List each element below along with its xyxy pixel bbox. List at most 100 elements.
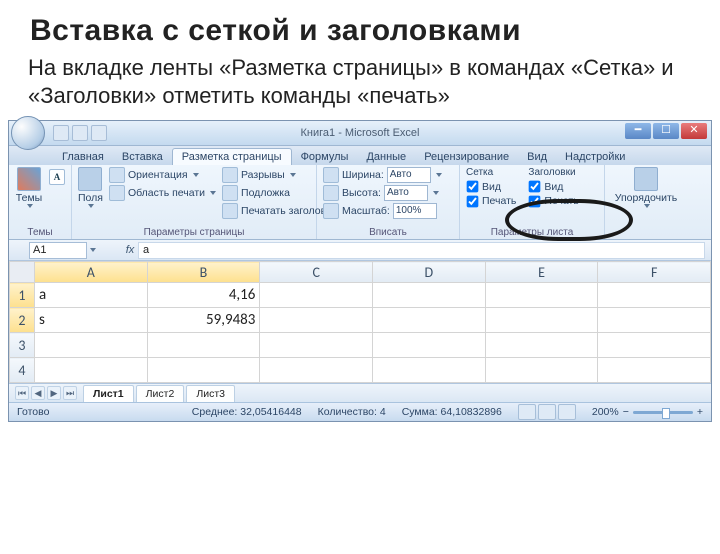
themes-icon	[17, 167, 41, 191]
cell[interactable]	[260, 333, 373, 358]
cell[interactable]	[34, 333, 147, 358]
scale-field[interactable]: Масштаб:100%	[323, 203, 442, 219]
ribbon-tab[interactable]: Вставка	[113, 149, 172, 165]
fonts-icon[interactable]: A	[49, 169, 65, 185]
view-buttons[interactable]	[518, 404, 576, 420]
arrange-button[interactable]: Упорядочить	[611, 167, 681, 208]
group-label-scale: Вписать	[323, 227, 453, 239]
maximize-button[interactable]: ☐	[653, 123, 679, 139]
cell[interactable]	[598, 283, 711, 308]
scale-icon	[323, 203, 339, 219]
cell[interactable]	[260, 308, 373, 333]
name-box[interactable]: A1	[29, 242, 87, 259]
cell[interactable]	[260, 283, 373, 308]
column-header[interactable]: A	[34, 262, 147, 283]
cell[interactable]	[147, 358, 260, 383]
gridlines-print-checkbox[interactable]: Печать	[466, 195, 516, 208]
cell[interactable]	[373, 308, 486, 333]
cell[interactable]	[373, 333, 486, 358]
row-header[interactable]: 2	[10, 308, 35, 333]
row-header[interactable]: 1	[10, 283, 35, 308]
sheet-tab[interactable]: Лист3	[186, 385, 235, 402]
width-field[interactable]: Ширина:Авто	[323, 167, 442, 183]
slide-paragraph: На вкладке ленты «Разметка страницы» в к…	[28, 54, 704, 110]
status-count: Количество: 4	[318, 406, 386, 418]
minimize-button[interactable]: ━	[625, 123, 651, 139]
status-sum: Сумма: 64,10832896	[402, 406, 502, 418]
headings-header: Заголовки	[528, 167, 578, 178]
close-button[interactable]: ✕	[681, 123, 707, 139]
margins-label: Поля	[78, 192, 103, 204]
print-area-icon	[109, 185, 125, 201]
excel-window: Книга1 - Microsoft Excel ━ ☐ ✕ ГлавнаяВс…	[8, 120, 712, 422]
column-header[interactable]: F	[598, 262, 711, 283]
zoom-slider[interactable]: 200% −+	[592, 406, 703, 418]
cell[interactable]	[373, 283, 486, 308]
sheet-tab[interactable]: Лист1	[83, 385, 134, 402]
print-area-button[interactable]: Область печати	[109, 185, 216, 201]
breaks-icon	[222, 167, 238, 183]
row-header[interactable]: 3	[10, 333, 35, 358]
sheet-nav[interactable]: ⏮◀▶⏭	[15, 386, 77, 400]
cell[interactable]	[598, 333, 711, 358]
width-icon	[323, 167, 339, 183]
cell[interactable]: 4,16	[147, 283, 260, 308]
select-all-corner[interactable]	[10, 262, 35, 283]
group-label-themes: Темы	[15, 227, 65, 239]
title-bar: Книга1 - Microsoft Excel ━ ☐ ✕	[9, 121, 711, 146]
margins-button[interactable]: Поля	[78, 167, 103, 208]
group-label-sheet-options: Параметры листа	[466, 227, 598, 239]
cell[interactable]	[485, 333, 598, 358]
ribbon-tab[interactable]: Данные	[357, 149, 415, 165]
cell[interactable]: a	[34, 283, 147, 308]
status-ready: Готово	[17, 406, 49, 418]
column-header[interactable]: B	[147, 262, 260, 283]
qat-save-icon[interactable]	[53, 125, 69, 141]
ribbon-tab[interactable]: Надстройки	[556, 149, 634, 165]
cell[interactable]	[34, 358, 147, 383]
orientation-button[interactable]: Ориентация	[109, 167, 216, 183]
window-title: Книга1 - Microsoft Excel	[301, 127, 420, 139]
formula-input[interactable]: a	[138, 242, 705, 259]
cell[interactable]	[485, 283, 598, 308]
cell[interactable]	[598, 308, 711, 333]
sheet-tab-bar: ⏮◀▶⏭ Лист1Лист2Лист3	[9, 383, 711, 402]
fx-icon[interactable]: fx	[122, 244, 138, 256]
cell[interactable]: s	[34, 308, 147, 333]
cell[interactable]	[485, 308, 598, 333]
themes-label: Темы	[16, 192, 42, 204]
gridlines-header: Сетка	[466, 167, 516, 178]
column-header[interactable]: C	[260, 262, 373, 283]
cell[interactable]: 59,9483	[147, 308, 260, 333]
quick-access-toolbar	[53, 125, 107, 141]
themes-button[interactable]: Темы	[15, 167, 43, 208]
headings-print-checkbox[interactable]: Печать	[528, 195, 578, 208]
office-button[interactable]	[11, 116, 45, 150]
arrange-icon	[634, 167, 658, 191]
row-header[interactable]: 4	[10, 358, 35, 383]
cell[interactable]	[260, 358, 373, 383]
qat-redo-icon[interactable]	[91, 125, 107, 141]
formula-bar: A1 fx a	[9, 240, 711, 261]
group-label-page-setup: Параметры страницы	[78, 227, 310, 239]
margins-icon	[78, 167, 102, 191]
sheet-tab[interactable]: Лист2	[136, 385, 185, 402]
cell[interactable]	[147, 333, 260, 358]
cell[interactable]	[598, 358, 711, 383]
height-field[interactable]: Высота:Авто	[323, 185, 442, 201]
column-header[interactable]: D	[373, 262, 486, 283]
status-bar: Готово Среднее: 32,05416448 Количество: …	[9, 402, 711, 421]
ribbon-tab[interactable]: Вид	[518, 149, 556, 165]
ribbon-tab[interactable]: Главная	[53, 149, 113, 165]
cell[interactable]	[485, 358, 598, 383]
cell[interactable]	[373, 358, 486, 383]
ribbon-tab[interactable]: Формулы	[292, 149, 358, 165]
qat-undo-icon[interactable]	[72, 125, 88, 141]
headings-view-checkbox[interactable]: Вид	[528, 180, 578, 193]
column-header[interactable]: E	[485, 262, 598, 283]
ribbon-tab[interactable]: Рецензирование	[415, 149, 518, 165]
worksheet-grid[interactable]: ABCDEF 1a4,16 2s59,9483 34	[9, 261, 711, 383]
slide-heading: Вставка с сеткой и заголовками	[30, 14, 700, 48]
ribbon-tab[interactable]: Разметка страницы	[172, 148, 292, 165]
gridlines-view-checkbox[interactable]: Вид	[466, 180, 516, 193]
